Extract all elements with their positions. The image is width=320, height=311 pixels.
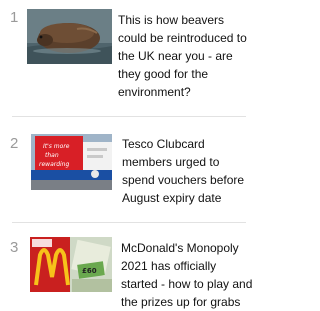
list-item[interactable]: 1 This is how beavers could be reintrodu… xyxy=(0,0,258,110)
list-item[interactable]: 3 £60 McDonald's Monopoly 2021 has offic… xyxy=(0,226,258,311)
divider xyxy=(12,222,246,223)
tesco-clubcard-thumbnail[interactable]: It's more than rewarding xyxy=(31,134,112,190)
article-headline[interactable]: This is how beavers could be reintroduce… xyxy=(118,11,250,101)
rank-number: 1 xyxy=(10,9,19,26)
svg-text:than: than xyxy=(45,152,59,159)
thumbnail-sign-text: It's more xyxy=(43,143,70,150)
rank-number: 2 xyxy=(10,135,19,152)
svg-text:rewarding: rewarding xyxy=(39,161,69,168)
svg-text:£60: £60 xyxy=(82,267,97,275)
article-headline[interactable]: McDonald's Monopoly 2021 has officially … xyxy=(121,239,253,311)
beaver-thumbnail[interactable] xyxy=(27,9,112,64)
rank-number: 3 xyxy=(10,239,19,256)
mcdonalds-monopoly-thumbnail[interactable]: £60 xyxy=(30,237,112,292)
list-item[interactable]: 2 It's more than rewarding Tesco Clubcar… xyxy=(0,114,258,222)
article-headline[interactable]: Tesco Clubcard members urged to spend vo… xyxy=(122,135,250,207)
most-read-list: 1 This is how beavers could be reintrodu… xyxy=(0,0,258,311)
